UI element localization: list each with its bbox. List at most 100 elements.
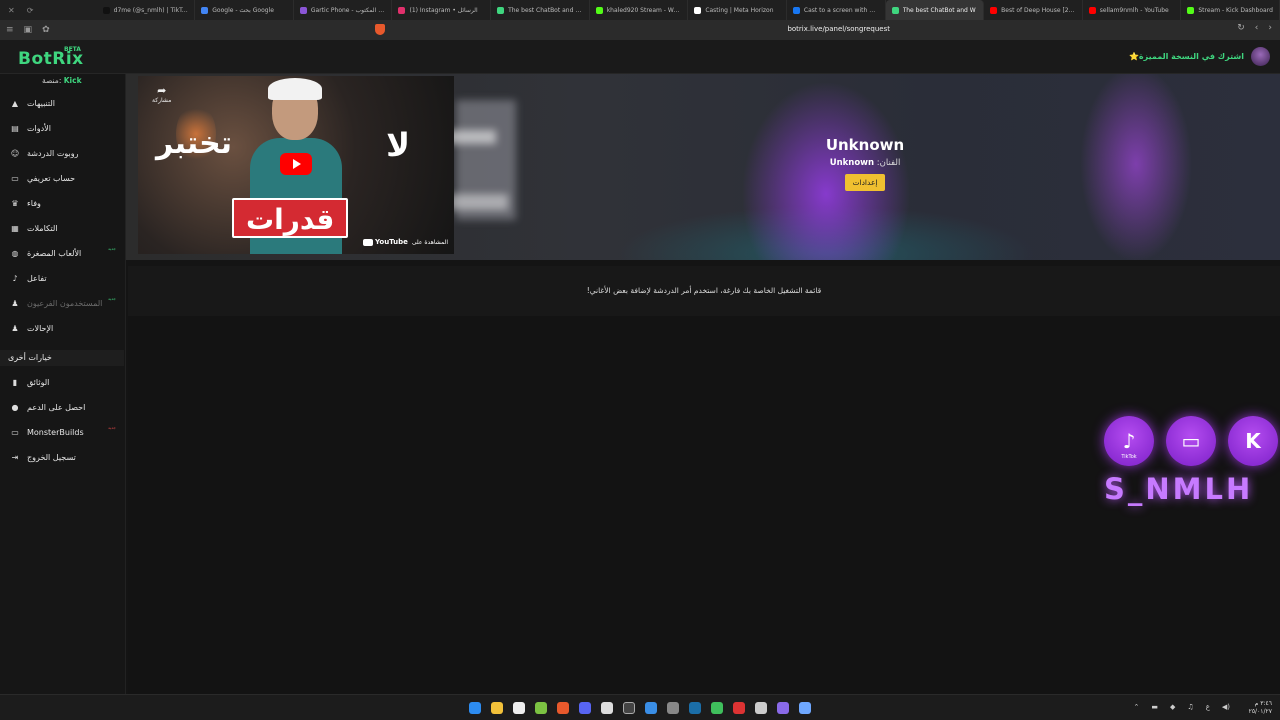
sidebar-item[interactable]: ☺ روبوت الدردشة <box>10 146 79 160</box>
tiktok-icon: ♪ TikTok <box>1104 416 1154 466</box>
browser-tab-bar: ✕ ⟳ d7me (@s_nmlh) | TikTok(5) Google - ب… <box>0 0 1280 20</box>
settings-button[interactable]: إعدادات <box>845 174 885 191</box>
artist-label: الفنان: <box>876 158 901 168</box>
file-explorer-icon[interactable] <box>491 702 503 714</box>
reload-icon[interactable]: ↻ <box>1237 23 1245 33</box>
song-info: Unknown الفنان: Unknown إعدادات <box>750 136 980 191</box>
url-field[interactable]: botrix.live/panel/songrequest <box>787 25 890 33</box>
logout-icon: ⇥ <box>11 452 19 462</box>
sidebar-item[interactable]: ▭ MonsterBuilds <box>10 425 83 439</box>
obs-icon[interactable] <box>623 702 635 714</box>
share-button[interactable]: ➦ مشاركة <box>152 84 171 104</box>
close-icon[interactable]: ✕ <box>8 6 15 15</box>
browser-tab[interactable]: Google - بحث Google <box>195 0 294 20</box>
browser-tab[interactable]: The best ChatBot and W <box>885 0 985 20</box>
tab-label: Gartic Phone - لعبة المكتوب <box>310 6 386 14</box>
brave-shield-icon[interactable] <box>375 24 385 35</box>
tab-label: Best of Deep House [2025] <box>1001 6 1076 14</box>
browser-tab[interactable]: Cast to a screen with Meta <box>787 0 886 20</box>
app3-icon[interactable] <box>799 702 811 714</box>
settings-icon[interactable] <box>755 702 767 714</box>
back-icon[interactable]: ‹ <box>1255 23 1259 33</box>
sidebar-item[interactable]: ⇥ تسجيل الخروج <box>10 450 76 464</box>
tray-app-icon[interactable]: ◆ <box>1170 703 1175 711</box>
steam-icon[interactable] <box>689 702 701 714</box>
chevron-up-icon[interactable]: ⌃ <box>1134 703 1140 711</box>
platform-label: منصة: Kick <box>42 76 82 85</box>
platform-name: Kick <box>63 76 82 85</box>
oculus-icon[interactable] <box>601 702 613 714</box>
browser-tab[interactable]: khaled920 Stream - Watch <box>590 0 689 20</box>
browser-tab[interactable]: Stream - Kick Dashboard <box>1181 0 1280 20</box>
app-icon[interactable] <box>645 702 657 714</box>
browser-tab[interactable]: Best of Deep House [2025] <box>984 0 1083 20</box>
browser-tab[interactable]: The best ChatBot and Wid <box>491 0 590 20</box>
tab-favicon-icon <box>299 6 307 14</box>
browser-tab[interactable]: Casting | Meta Horizon <box>688 0 787 20</box>
forward-icon[interactable]: › <box>1268 23 1272 33</box>
music-icon: ♪ <box>12 273 18 283</box>
sidebar-item[interactable]: ▭ حساب تعريفي <box>10 171 75 185</box>
artist-name: Unknown <box>829 158 875 168</box>
tab-favicon-icon <box>792 6 800 14</box>
clock[interactable]: ٣:٤٦ م ٢٥/٠١/٢٧ <box>1249 700 1272 716</box>
sidebar-item[interactable]: ▮ الوثائق <box>10 375 50 389</box>
window-controls: ✕ ⟳ <box>0 6 97 15</box>
tab-label: Cast to a screen with Meta <box>803 6 879 14</box>
microphone-icon[interactable]: ♫ <box>1187 703 1193 711</box>
volume-icon[interactable]: ◀) <box>1222 703 1230 711</box>
sidebar-item[interactable]: ◍ الألعاب المصغرة <box>10 246 82 260</box>
browser-tab[interactable]: sellam9nmlh - YouTube <box>1083 0 1182 20</box>
watch-on-youtube[interactable]: YouTube المشاهدة على <box>362 238 448 246</box>
network-icon[interactable]: ▬ <box>1151 703 1158 711</box>
referral-icon: ♟ <box>11 323 19 333</box>
record-icon[interactable] <box>733 702 745 714</box>
new-badge: جديد <box>108 246 116 251</box>
sidebar-item-label: التنبيهات <box>27 98 55 108</box>
tab-favicon-icon <box>990 6 998 14</box>
discord-icon[interactable] <box>579 702 591 714</box>
menu-icon[interactable]: ≡ <box>6 25 14 35</box>
brave-icon[interactable] <box>557 702 569 714</box>
youtube-logo-icon: YouTube <box>362 238 408 246</box>
sidebar-item[interactable]: ▦ التكاملات <box>10 221 57 235</box>
sidebar-item[interactable]: ● احصل على الدعم <box>10 400 86 414</box>
history-icon[interactable]: ⟳ <box>27 6 34 15</box>
minecraft-icon[interactable] <box>535 702 547 714</box>
video-text-left: تختبر <box>156 126 233 161</box>
avatar[interactable] <box>1251 47 1270 66</box>
tab-label: sellam9nmlh - YouTube <box>1099 6 1169 14</box>
app2-icon[interactable] <box>777 702 789 714</box>
sidebar: منصة: Kick ▲ التنبيهات ▤ الأدوات ☺ روبوت الدر… <box>0 74 126 694</box>
extension-icon[interactable]: ✿ <box>42 25 50 35</box>
sidebar-item[interactable]: ▲ التنبيهات <box>10 96 55 110</box>
sidebar-item[interactable]: ♪ تفاعل <box>10 271 46 285</box>
vpn-icon[interactable] <box>711 702 723 714</box>
tab-favicon-icon <box>201 6 209 14</box>
sidebar-item[interactable]: ▤ الأدوات <box>10 121 51 135</box>
tab-label: khaled920 Stream - Watch <box>606 6 682 14</box>
start-icon[interactable] <box>469 702 481 714</box>
browser-tab[interactable]: d7me (@s_nmlh) | TikTok(5) <box>97 0 196 20</box>
sidebar-icon[interactable]: ▣ <box>24 25 33 35</box>
sidebar-item[interactable]: ♛ وفاء <box>10 196 40 210</box>
tab-label: (1) Instagram • الرسائل <box>409 6 478 14</box>
notepad-icon[interactable] <box>513 702 525 714</box>
browser-tab[interactable]: Gartic Phone - لعبة المكتوب <box>294 0 393 20</box>
tab-label: The best ChatBot and Wid <box>508 6 583 14</box>
browser-tab[interactable]: (1) Instagram • الرسائل <box>392 0 492 20</box>
sidebar-item-label: روبوت الدردشة <box>27 148 79 158</box>
youtube-video-player[interactable]: تختبر لا قدرات ➦ مشاركة YouTube المشاهدة… <box>138 76 454 254</box>
tab-favicon-icon <box>595 6 603 14</box>
play-icon[interactable] <box>280 153 312 175</box>
song-artist: الفنان: Unknown <box>750 158 980 168</box>
sidebar-item[interactable]: ♟ المستخدمون الفرعيون <box>10 296 102 310</box>
premium-link[interactable]: اشترك في النسخة المميزة⭐ <box>1129 52 1244 61</box>
tab-favicon-icon <box>102 6 110 14</box>
language-indicator[interactable]: ع <box>1206 703 1210 711</box>
tab-strip: d7me (@s_nmlh) | TikTok(5) Google - بحث G… <box>97 0 1280 20</box>
stream-overlay: ♪ TikTok ▭ K S_NMLH <box>1100 416 1280 516</box>
capcut-icon[interactable] <box>667 702 679 714</box>
tab-favicon-icon <box>398 6 406 14</box>
sidebar-item[interactable]: ♟ الإحالات <box>10 321 53 335</box>
